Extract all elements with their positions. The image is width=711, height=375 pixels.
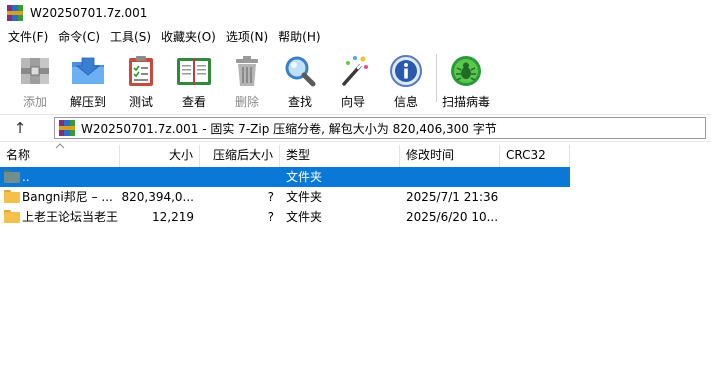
view-button[interactable]: 查看 [171, 48, 217, 110]
path-field[interactable]: W20250701.7z.001 - 固实 7-Zip 压缩分卷, 解包大小为 … [54, 117, 706, 139]
test-label: 测试 [128, 95, 153, 109]
menu-tools[interactable]: 工具(S) [106, 27, 155, 47]
item-packed: ? [267, 190, 274, 204]
item-size [120, 167, 194, 187]
view-label: 查看 [181, 95, 206, 109]
file-list: .. 文件夹 Bangni邦尼 – ... 820,394,0... ? 文件夹… [0, 167, 711, 227]
item-packed [200, 167, 274, 187]
item-name: Bangni邦尼 – ... [22, 190, 113, 204]
address-bar: ↑ W20250701.7z.001 - 固实 7-Zip 压缩分卷, 解包大小… [0, 114, 711, 142]
list-item-parent[interactable]: .. 文件夹 [0, 167, 570, 187]
test-button[interactable]: 测试 [118, 48, 164, 110]
virus-scan-icon [447, 52, 485, 90]
menu-options[interactable]: 选项(N) [222, 27, 272, 47]
folder-icon [4, 210, 20, 223]
up-arrow-button[interactable]: ↑ [0, 115, 40, 141]
item-size: 12,219 [152, 210, 194, 224]
item-type: 文件夹 [286, 170, 323, 184]
folder-icon [4, 190, 20, 203]
item-size: 820,394,0... [121, 190, 194, 204]
winrar-app-icon[interactable] [7, 5, 23, 21]
test-clipboard-icon [122, 52, 160, 90]
info-button[interactable]: 信息 [383, 48, 429, 110]
virus-scan-button[interactable]: 扫描病毒 [442, 48, 491, 110]
item-modified: 2025/6/20 10... [406, 210, 499, 224]
item-name: .. [22, 170, 30, 184]
archive-icon [59, 120, 75, 136]
menu-commands[interactable]: 命令(C) [54, 27, 104, 47]
menu-favorites[interactable]: 收藏夹(O) [157, 27, 220, 47]
column-header-modified[interactable]: 修改时间 [400, 145, 500, 167]
extract-to-button[interactable]: 解压到 [65, 48, 111, 110]
list-item[interactable]: 上老王论坛当老王 12,219 ? 文件夹 2025/6/20 10... [0, 207, 570, 227]
sort-chevron-icon [55, 143, 65, 149]
item-modified [406, 167, 500, 187]
toolbar: 添加 解压到 测试 查看 删除 查找 向导 信息 扫描病毒 [0, 48, 711, 112]
title-bar: W20250701.7z.001 [0, 0, 711, 26]
find-magnifier-icon [281, 52, 319, 90]
item-modified: 2025/7/1 21:36 [406, 190, 499, 204]
wizard-button[interactable]: 向导 [330, 48, 376, 110]
delete-button[interactable]: 删除 [224, 48, 270, 110]
find-button[interactable]: 查找 [277, 48, 323, 110]
toolbar-separator [436, 54, 437, 102]
info-label: 信息 [393, 95, 418, 109]
menu-help[interactable]: 帮助(H) [274, 27, 324, 47]
extract-folder-icon [69, 52, 107, 90]
column-header-crc[interactable]: CRC32 [500, 145, 570, 167]
item-packed: ? [267, 210, 274, 224]
add-archive-icon [16, 52, 54, 90]
extract-to-label: 解压到 [69, 95, 106, 109]
delete-label: 删除 [234, 95, 259, 109]
column-name-label: 名称 [6, 148, 31, 162]
delete-trash-icon [228, 52, 266, 90]
menu-file[interactable]: 文件(F) [4, 27, 52, 47]
path-text: W20250701.7z.001 - 固实 7-Zip 压缩分卷, 解包大小为 … [81, 121, 497, 136]
wizard-label: 向导 [340, 95, 365, 109]
file-list-header: 名称 大小 压缩后大小 类型 修改时间 CRC32 [0, 143, 570, 167]
view-book-icon [175, 52, 213, 90]
list-item[interactable]: Bangni邦尼 – ... 820,394,0... ? 文件夹 2025/7… [0, 187, 570, 207]
item-type: 文件夹 [286, 210, 323, 224]
add-button[interactable]: 添加 [12, 48, 58, 110]
item-type: 文件夹 [286, 190, 323, 204]
wizard-wand-icon [334, 52, 372, 90]
find-label: 查找 [287, 95, 312, 109]
column-header-size[interactable]: 大小 [120, 145, 200, 167]
window-title: W20250701.7z.001 [30, 6, 148, 20]
item-name: 上老王论坛当老王 [22, 210, 118, 224]
column-header-packed[interactable]: 压缩后大小 [200, 145, 280, 167]
column-header-type[interactable]: 类型 [280, 145, 400, 167]
menu-bar: 文件(F) 命令(C) 工具(S) 收藏夹(O) 选项(N) 帮助(H) [0, 26, 711, 48]
info-icon [387, 52, 425, 90]
add-label: 添加 [22, 95, 47, 109]
column-header-name[interactable]: 名称 [0, 143, 120, 167]
virus-scan-label: 扫描病毒 [442, 95, 491, 109]
folder-icon [4, 170, 20, 183]
